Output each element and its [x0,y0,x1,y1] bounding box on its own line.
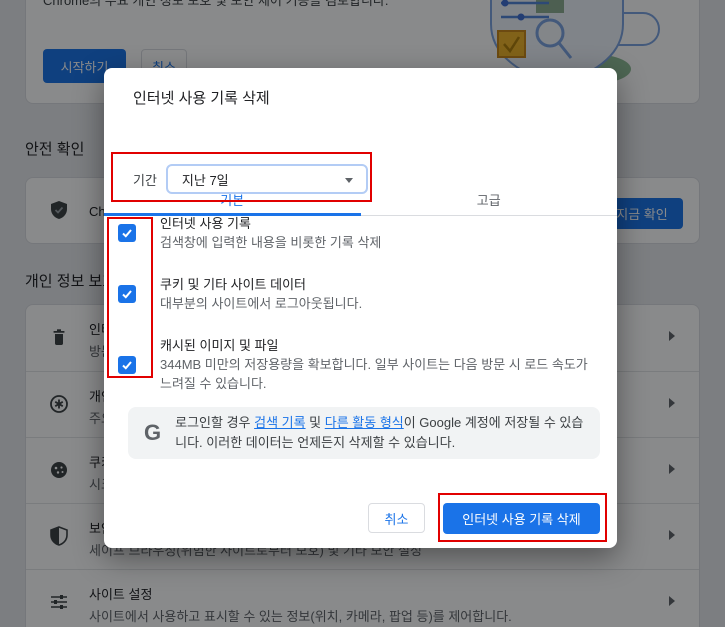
google-account-note: G 로그인할 경우 검색 기록 및 다른 활동 형식이 Google 계정에 저… [128,407,600,459]
dialog-title: 인터넷 사용 기록 삭제 [133,90,270,107]
tab-advanced[interactable]: 고급 [361,183,618,215]
other-activity-link[interactable]: 다른 활동 형식 [325,415,404,430]
google-g-icon: G [144,420,162,445]
checkbox-cached-images[interactable] [118,355,136,374]
search-history-link[interactable]: 검색 기록 [254,415,305,430]
time-range-label: 기간 [133,172,157,188]
row-cookies-data: 쿠키 및 기타 사이트 데이터 대부분의 사이트에서 로그아웃됩니다. [118,275,588,313]
checkbox-section: 인터넷 사용 기록 검색창에 입력한 내용을 비롯한 기록 삭제 쿠키 및 기타… [118,214,588,416]
time-range-value: 지난 7일 [181,172,229,188]
time-range-row: 기간 지난 7일 [133,164,368,194]
clear-browsing-data-dialog: 인터넷 사용 기록 삭제 기본 고급 기간 지난 7일 인터넷 사용 기록 검색… [104,68,617,548]
time-range-select[interactable]: 지난 7일 [165,164,368,194]
checkbox-cookies[interactable] [118,285,136,303]
checkbox-browsing-history[interactable] [118,224,136,242]
clear-data-button[interactable]: 인터넷 사용 기록 삭제 [443,503,600,534]
row-browsing-history: 인터넷 사용 기록 검색창에 입력한 내용을 비롯한 기록 삭제 [118,214,588,252]
row-cached-images: 캐시된 이미지 및 파일 344MB 미만의 저장용량을 확보합니다. 일부 사… [118,336,588,393]
dialog-cancel-button[interactable]: 취소 [368,503,425,533]
dropdown-arrow-icon [344,178,353,183]
